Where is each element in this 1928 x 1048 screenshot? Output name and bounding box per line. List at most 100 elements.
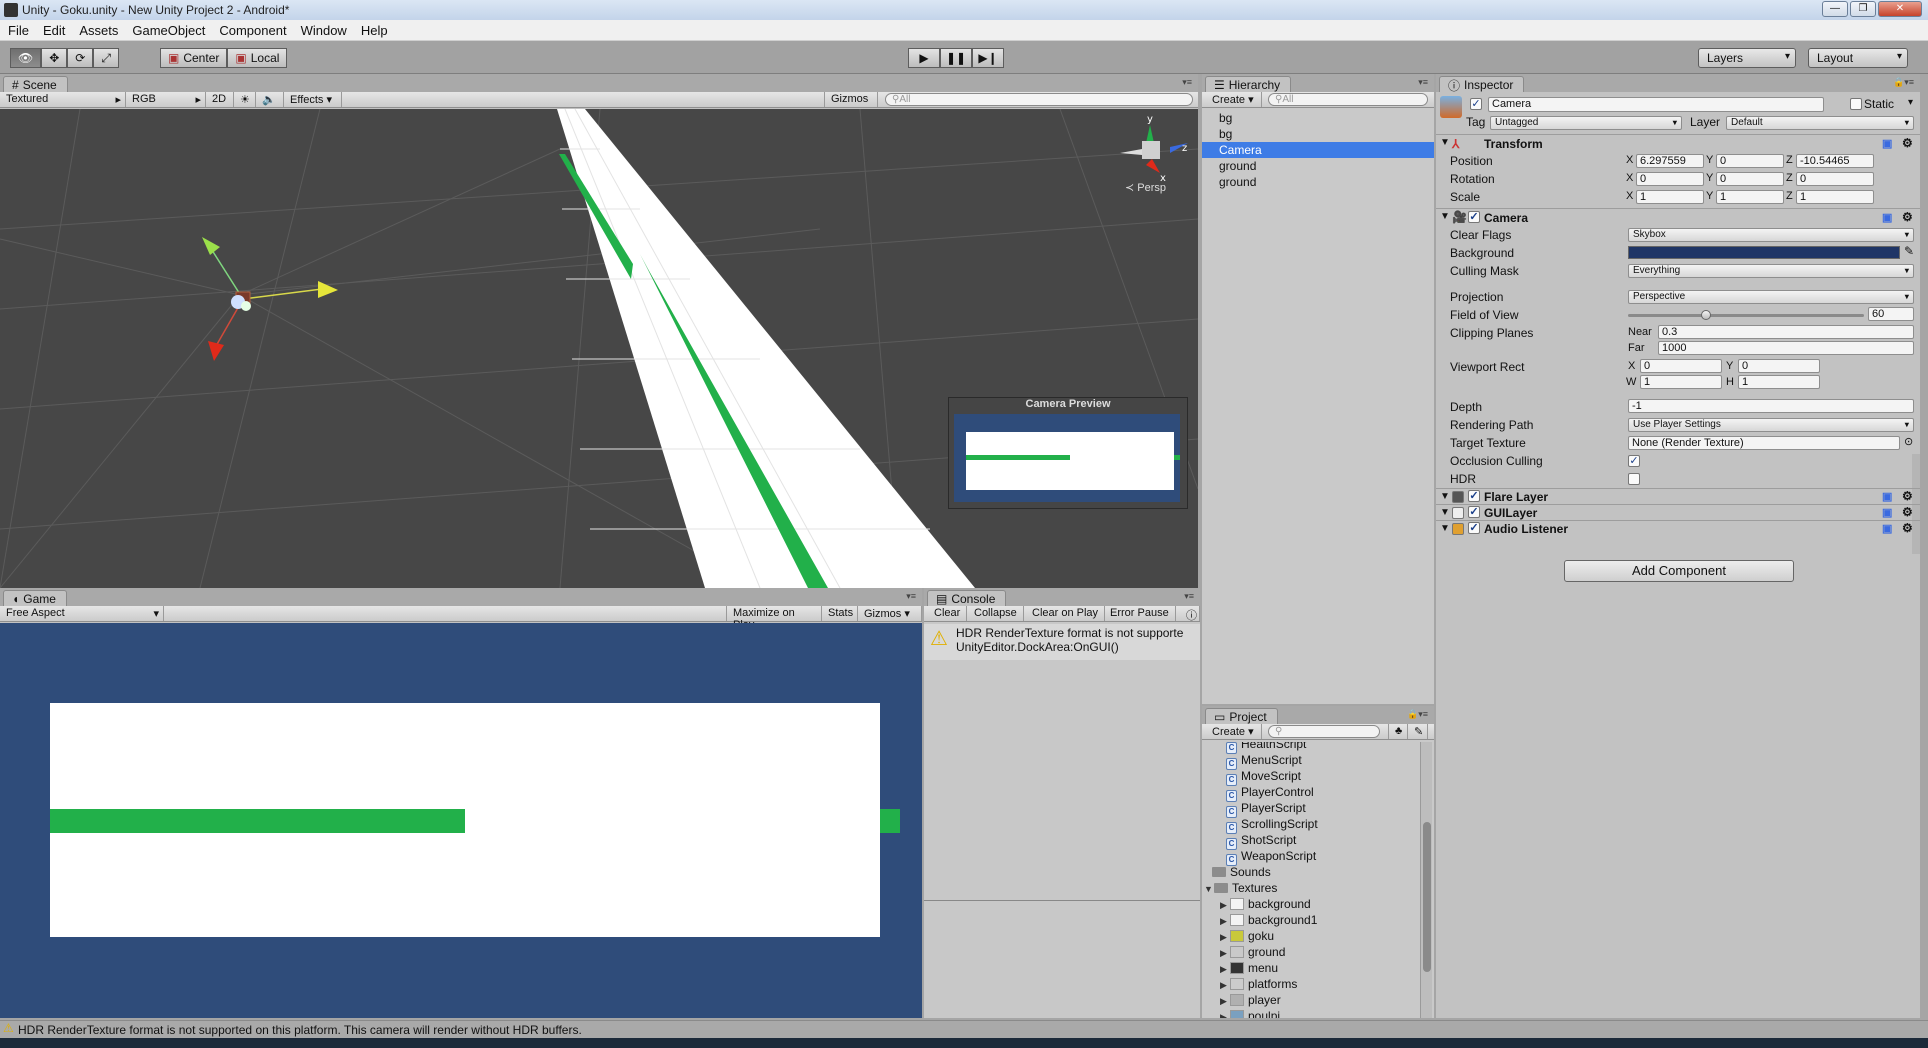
add-component-button[interactable]: Add Component [1564,560,1794,582]
close-button[interactable]: ✕ [1878,1,1922,17]
depth-field[interactable]: -1 [1628,399,1914,413]
console-clear-on-play-button[interactable]: Clear on Play [1026,606,1106,621]
component-help-icon[interactable]: ▣ [1882,506,1892,519]
project-texture-item[interactable]: ▶ menu [1220,960,1278,976]
project-texture-item[interactable]: ▶ platforms [1220,976,1297,992]
project-texture-item[interactable]: ▶ ground [1220,944,1285,960]
tab-game[interactable]: ◖ Game [3,590,67,606]
audio-toggle[interactable]: 🔈 [256,92,284,107]
minimize-button[interactable]: — [1822,1,1848,17]
component-enabled-checkbox[interactable]: ✓ [1468,490,1480,502]
persp-label[interactable]: ≺ Persp [1125,181,1166,194]
component-help-icon[interactable]: ▣ [1882,490,1892,503]
menu-item-gameobject[interactable]: GameObject [132,23,205,38]
maximize-on-play-toggle[interactable]: Maximize on Play [726,606,822,631]
hierarchy-item[interactable]: bg [1202,126,1434,142]
game-view[interactable] [0,623,922,1018]
project-script-item[interactable]: C MoveScript [1226,768,1301,786]
component-enabled-checkbox[interactable]: ✓ [1468,506,1480,518]
project-script-item[interactable]: C MenuScript [1226,752,1302,770]
console-info-icon[interactable]: ⓘ [1180,606,1200,622]
static-dropdown-icon[interactable]: ▾ [1908,97,1913,108]
component-gear-icon[interactable]: ⚙ [1902,521,1913,535]
game-gizmos-dropdown[interactable]: Gizmos ▾ [858,606,922,621]
rotation-y-field[interactable]: 0 [1716,172,1784,186]
project-script-item[interactable]: C PlayerScript [1226,800,1306,818]
fov-field[interactable]: 60 [1868,307,1914,321]
play-button[interactable]: ▶ [908,48,940,68]
console-collapse-button[interactable]: Collapse [968,606,1024,621]
rotation-z-field[interactable]: 0 [1796,172,1874,186]
occlusion-culling-checkbox[interactable]: ✓ [1628,455,1640,467]
menu-item-assets[interactable]: Assets [79,23,118,38]
filter-type-icon[interactable]: ♣ [1388,724,1408,739]
hierarchy-panel-menu-icon[interactable]: ▾≡ [1418,77,1428,88]
project-texture-item[interactable]: ▶ poulpi [1220,1008,1280,1018]
menu-item-component[interactable]: Component [219,23,286,38]
hierarchy-item[interactable]: ground [1202,174,1434,190]
scale-x-field[interactable]: 1 [1636,190,1704,204]
filter-label-icon[interactable]: ✎ [1408,724,1428,739]
vp-h-field[interactable]: 1 [1738,375,1820,389]
far-field[interactable]: 1000 [1658,341,1914,355]
camera-enabled-checkbox[interactable]: ✓ [1468,211,1480,223]
step-button[interactable]: ▶❙ [972,48,1004,68]
project-texture-item[interactable]: ▶ goku [1220,928,1274,944]
menu-item-window[interactable]: Window [301,23,347,38]
pause-button[interactable]: ❚❚ [940,48,972,68]
project-texture-item[interactable]: ▶ background1 [1220,912,1317,928]
vp-w-field[interactable]: 1 [1640,375,1722,389]
target-texture-field[interactable]: None (Render Texture) [1628,436,1900,450]
tab-console[interactable]: ▤ Console [927,590,1007,606]
console-clear-button[interactable]: Clear [928,606,968,621]
hierarchy-search-input[interactable]: ⚲All [1268,93,1428,106]
clear-flags-dropdown[interactable]: Skybox [1628,228,1914,242]
fov-slider-track[interactable] [1628,310,1864,320]
aspect-dropdown[interactable]: Free Aspect ▾ [0,606,164,621]
position-y-field[interactable]: 0 [1716,154,1784,168]
project-texture-item[interactable]: ▶ player [1220,992,1281,1008]
project-script-item[interactable]: C ScrollingScript [1226,816,1318,834]
effects-dropdown[interactable]: Effects ▾ [284,92,342,107]
project-panel-menu-icon[interactable]: 🔒▾≡ [1407,709,1428,720]
culling-mask-dropdown[interactable]: Everything [1628,264,1914,278]
pivot-local-button[interactable]: ▣ Local [227,48,288,68]
eyedropper-icon[interactable]: ✎ [1904,244,1914,258]
component-header[interactable]: ▼ ✓ Flare Layer ▣ ⚙ [1436,488,1920,504]
2d-toggle[interactable]: 2D [206,92,234,107]
vp-y-field[interactable]: 0 [1738,359,1820,373]
tag-dropdown[interactable]: Untagged [1490,116,1682,130]
scale-y-field[interactable]: 1 [1716,190,1784,204]
render-mode-dropdown[interactable]: Textured ▸ [0,92,126,107]
camera-component-header[interactable]: ▼ 🎥 ✓ Camera ▣ ⚙ [1436,208,1920,226]
scene-viewport[interactable]: y z x ≺ Persp Camera Preview [0,109,1198,588]
component-enabled-checkbox[interactable]: ✓ [1468,522,1480,534]
console-log-entry[interactable]: ⚠ HDR RenderTexture format is not suppor… [924,624,1200,660]
camera-gear-icon[interactable]: ⚙ [1902,210,1913,224]
scale-z-field[interactable]: 1 [1796,190,1874,204]
project-script-item[interactable]: C HealthScript [1226,742,1306,754]
active-checkbox[interactable]: ✓ [1470,98,1482,110]
menu-item-edit[interactable]: Edit [43,23,65,38]
component-header[interactable]: ▼ ✓ GUILayer ▣ ⚙ [1436,504,1920,520]
layout-dropdown[interactable]: Layout [1808,48,1908,68]
near-field[interactable]: 0.3 [1658,325,1914,339]
transform-header[interactable]: ▼ ⅄ Transform ▣ ⚙ [1436,134,1920,152]
help-book-icon[interactable]: ▣ [1882,137,1892,150]
vp-x-field[interactable]: 0 [1640,359,1722,373]
component-gear-icon[interactable]: ⚙ [1902,505,1913,519]
scene-search-input[interactable]: ⚲All [885,93,1193,106]
hand-tool-button[interactable]: 👁 [10,48,42,68]
tab-project[interactable]: ▭ Project [1205,708,1278,724]
status-message[interactable]: HDR RenderTexture format is not supporte… [18,1023,582,1037]
rotate-tool-button[interactable]: ⟳ [67,48,94,68]
layer-dropdown[interactable]: Default [1726,116,1914,130]
maximize-button[interactable]: ❐ [1850,1,1876,17]
fov-slider-thumb[interactable] [1700,310,1711,320]
layers-dropdown[interactable]: Layers [1698,48,1796,68]
tab-scene[interactable]: # Scene [3,76,68,92]
project-script-item[interactable]: C WeaponScript [1226,848,1316,866]
scale-tool-button[interactable]: ⤢ [93,48,119,68]
game-panel-menu-icon[interactable]: ▾≡ [906,591,916,602]
gear-icon[interactable]: ⚙ [1902,136,1913,150]
